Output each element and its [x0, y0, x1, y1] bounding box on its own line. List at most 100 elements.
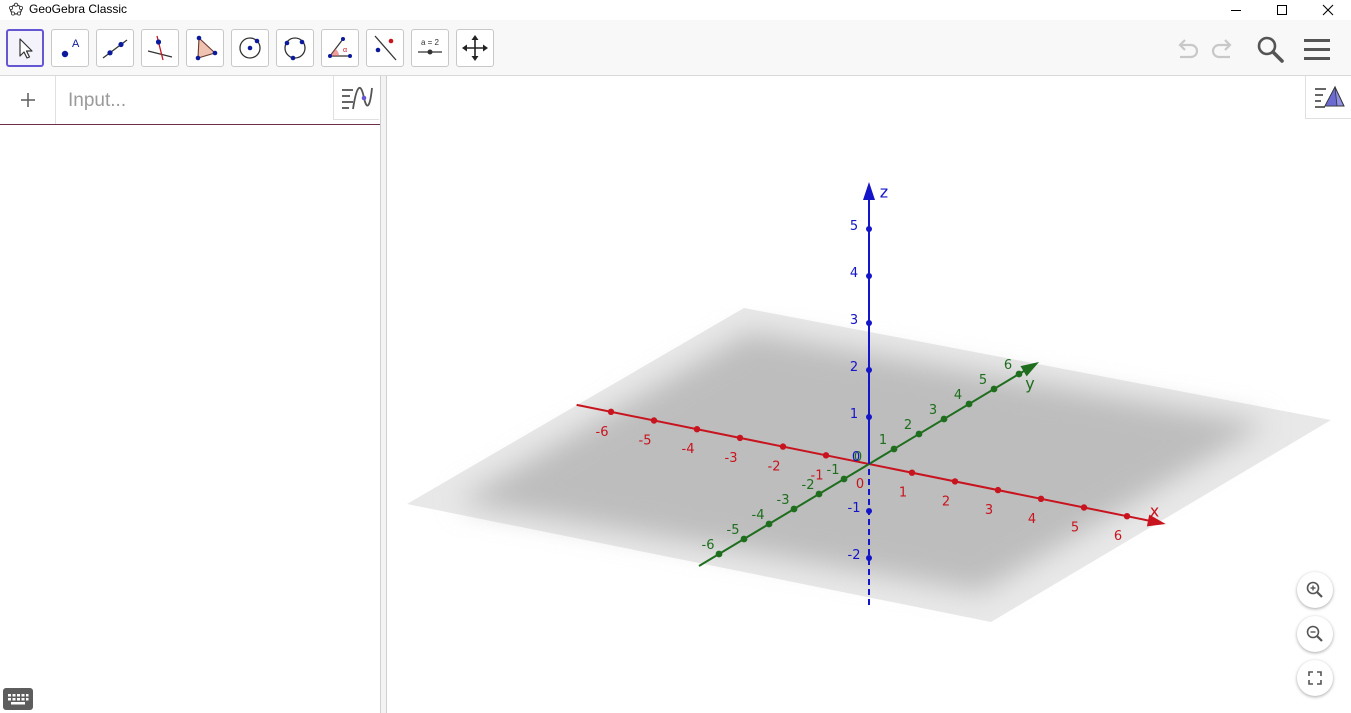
x-tick-dot: [693, 426, 701, 433]
x-tick-dot: [779, 443, 787, 450]
algebra-input-row: Input...: [0, 76, 380, 125]
minimize-icon: [1231, 10, 1241, 11]
reflect-about-line-icon: [374, 35, 397, 61]
x-tick-label: 6: [1114, 529, 1122, 544]
z-tick-dot: [866, 273, 872, 279]
reflect-tool[interactable]: [366, 29, 404, 67]
minimize-button[interactable]: [1213, 0, 1259, 20]
z-tick-label: -1: [848, 501, 861, 516]
arrow-cursor-icon: [19, 38, 33, 59]
z-tick-dot: [866, 320, 872, 326]
virtual-keyboard-button[interactable]: [3, 688, 33, 710]
z-tick-label: 4: [850, 266, 858, 281]
x-tick-label: -3: [725, 451, 738, 466]
x-tick-label: 4: [1028, 512, 1036, 527]
circle-tool[interactable]: [231, 29, 269, 67]
y-tick-dot: [715, 550, 723, 558]
zoom-out-icon: [1306, 625, 1323, 642]
z-axis-arrow: [863, 182, 875, 200]
x-tick-dot: [951, 478, 959, 485]
title-bar: GeoGebra Classic: [0, 0, 1351, 20]
move-tool[interactable]: [6, 29, 44, 67]
algebra-view: Input...: [0, 76, 380, 713]
y-tick-label: -5: [727, 523, 740, 538]
angle-tool[interactable]: α: [321, 29, 359, 67]
z-tick-dot: [866, 367, 872, 373]
line-through-points-icon: [102, 39, 128, 59]
z-tick-dot: [866, 508, 872, 514]
point-tool[interactable]: A: [51, 29, 89, 67]
z-tick-label: 5: [850, 219, 858, 234]
redo-icon: [1211, 39, 1232, 59]
y-tick-label: -4: [752, 508, 765, 523]
slider-label: a = 2: [421, 38, 440, 47]
move-graphics-view-tool[interactable]: [456, 29, 494, 67]
undo-button[interactable]: [1170, 32, 1204, 66]
y-tick-label: -6: [702, 538, 715, 553]
x-tick-label: -2: [768, 460, 781, 475]
circle-center-point-icon: [239, 37, 261, 59]
y-tick-dot: [990, 385, 998, 393]
x-tick-dot: [908, 469, 916, 476]
svg-text:α: α: [343, 47, 347, 54]
hamburger-menu-icon: [1304, 39, 1330, 60]
panel-divider[interactable]: [380, 76, 387, 713]
z-tick-dot: [866, 555, 872, 561]
x-tick-label: -4: [682, 442, 695, 457]
search-button[interactable]: [1253, 32, 1287, 66]
z-tick-label: 0: [852, 450, 860, 465]
line-tool[interactable]: [96, 29, 134, 67]
y-tick-dot: [815, 490, 823, 498]
graphics-style-button[interactable]: [1305, 76, 1351, 119]
circle-three-points-tool[interactable]: [276, 29, 314, 67]
maximize-button[interactable]: [1259, 0, 1305, 20]
z-tick-label: 1: [850, 407, 858, 422]
close-button[interactable]: [1305, 0, 1351, 20]
circle-three-points-icon: [284, 37, 306, 61]
y-tick-dot: [890, 445, 898, 453]
x-tick-label: -5: [639, 434, 652, 449]
redo-button[interactable]: [1206, 32, 1240, 66]
y-axis-label: y: [1025, 374, 1034, 393]
zoom-out-button[interactable]: [1297, 616, 1333, 652]
polygon-tool[interactable]: [186, 29, 224, 67]
z-tick-dot: [866, 414, 872, 420]
y-tick-label: 3: [929, 403, 937, 418]
perpendicular-line-tool[interactable]: [141, 29, 179, 67]
geogebra-window: GeoGebra Classic A α a = 2 Input... -6 -…: [0, 0, 1351, 713]
add-item-button[interactable]: [0, 76, 56, 124]
undo-icon: [1178, 39, 1199, 59]
y-tick-label: -1: [827, 463, 840, 478]
maximize-icon: [1277, 5, 1287, 15]
main-menu-button[interactable]: [1300, 32, 1334, 66]
z-tick-label: -2: [848, 548, 861, 563]
z-axis-label: z: [880, 183, 888, 202]
x-tick-dot: [822, 452, 830, 459]
toolbar: A α a = 2: [0, 20, 1351, 76]
zoom-in-icon: [1306, 581, 1323, 598]
3d-scene: -6 -5 -4 -3 -2 -1 0 1 2 3 4 5 6 -6 -5 -4 -3 -2 -1 0 1 2 3 4 5 6 -2…: [407, 182, 1331, 622]
algebra-input[interactable]: Input...: [68, 90, 126, 112]
x-tick-dot: [607, 408, 615, 415]
keyboard-icon: [8, 694, 29, 705]
y-tick-dot: [915, 430, 923, 438]
x-tick-dot: [736, 434, 744, 442]
zoom-in-button[interactable]: [1297, 572, 1333, 608]
z-tick-label: 3: [850, 313, 858, 328]
y-tick-dot: [1015, 370, 1023, 378]
perpendicular-line-icon: [147, 35, 173, 61]
y-tick-dot: [740, 535, 748, 543]
z-tick-label: 2: [850, 360, 858, 375]
fullscreen-button[interactable]: [1297, 660, 1333, 696]
slider-tool[interactable]: a = 2: [411, 29, 449, 67]
fullscreen-icon: [1308, 671, 1322, 685]
y-tick-dot: [965, 400, 973, 408]
point-icon: A: [61, 38, 80, 58]
polygon-icon: [195, 35, 218, 61]
window-title: GeoGebra Classic: [29, 2, 128, 16]
algebra-style-button[interactable]: [333, 76, 379, 120]
y-tick-label: 6: [1004, 358, 1012, 373]
graphics-3d-view[interactable]: -6 -5 -4 -3 -2 -1 0 1 2 3 4 5 6 -6 -5 -4 -3 -2 -1 0 1 2 3 4 5 6 -2…: [387, 76, 1351, 713]
svg-text:A: A: [72, 38, 80, 50]
x-tick-label: -6: [596, 425, 609, 440]
